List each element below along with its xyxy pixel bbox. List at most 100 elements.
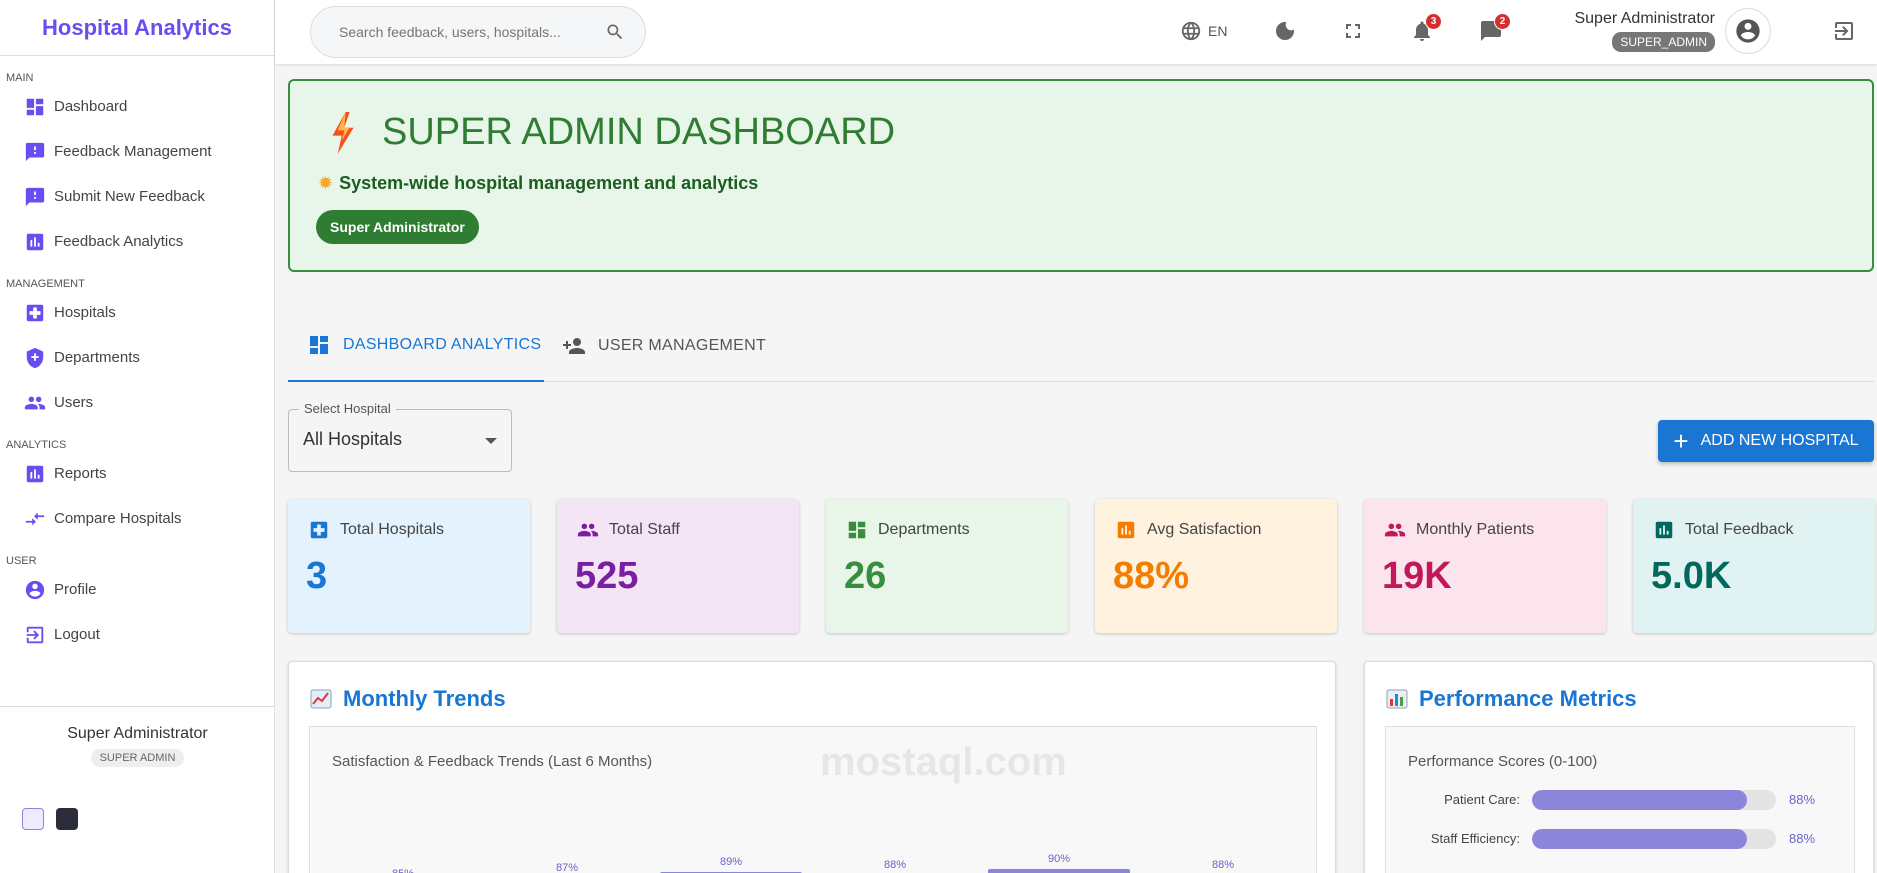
stat-card-total-feedback: Total Feedback 5.0K [1633,499,1875,633]
avatar[interactable] [1725,8,1771,54]
sidebar-item-label: Logout [54,626,100,643]
people-icon [577,523,599,537]
stat-card-value: 5.0K [1651,555,1732,597]
performance-row-value: 88% [1789,831,1816,846]
trend-bar-label: 87% [555,862,579,873]
add-hospital-button[interactable]: + ADD NEW HOSPITAL [1658,420,1874,462]
trend-chart-icon [310,689,332,709]
search-input[interactable] [339,24,605,40]
sidebar-item-label: Hospitals [54,304,116,321]
performance-metrics-title: Performance Metrics [1385,686,1637,712]
dashboard-subtitle: ✹ System-wide hospital management and an… [318,173,758,194]
monthly-trends-title: Monthly Trends [309,686,506,712]
performance-row-label: Staff Efficiency: [1430,831,1520,846]
monthly-trends-panel: Monthly Trends Satisfaction & Feedback T… [288,661,1336,873]
dark-mode-toggle[interactable] [1272,18,1298,44]
hospital-select[interactable]: Select Hospital All Hospitals [288,401,512,472]
sidebar-item-label: Reports [54,465,107,482]
sidebar-item-label: Departments [54,349,140,366]
dashboard-icon [24,96,46,118]
search-icon[interactable] [605,22,625,42]
stat-card-monthly-patients: Monthly Patients 19K [1364,499,1606,633]
stat-card-label: Monthly Patients [1416,521,1535,538]
messages-button[interactable]: 2 [1478,13,1511,44]
sidebar-item-feedback-management[interactable]: Feedback Management [0,129,274,174]
sidebar-item-departments[interactable]: Departments [0,335,274,380]
sidebar-item-dashboard[interactable]: Dashboard [0,84,274,129]
hospital-select-label: Select Hospital [299,401,396,416]
welcome-banner: SUPER ADMIN DASHBOARD ✹ System-wide hosp… [288,79,1874,272]
hospital-select-value: All Hospitals [303,429,403,449]
sidebar-section-title: MANAGEMENT [6,278,85,290]
theme-light-swatch[interactable] [22,808,44,830]
dashboard-icon [310,336,328,354]
stat-card-value: 26 [844,555,887,597]
sidebar-item-submit-new-feedback[interactable]: Submit New Feedback [0,174,274,219]
stat-card-label: Departments [878,521,970,538]
topbar-user: Super Administrator SUPER_ADMIN [1565,10,1715,52]
tab-label: DASHBOARD ANALYTICS [343,336,542,353]
stat-card-total-hospitals: Total Hospitals 3 [288,499,530,633]
performance-track [1532,829,1776,849]
dashboard-title-text: SUPER ADMIN DASHBOARD [382,111,896,153]
performance-fill [1532,829,1747,849]
dashboard-title: SUPER ADMIN DASHBOARD [328,111,895,154]
person-add-icon [563,338,585,354]
account-circle-icon [1736,19,1760,43]
trend-bar-label: 90% [1047,853,1071,865]
stat-card-value: 3 [306,555,328,597]
language-switch[interactable]: EN [1180,20,1227,42]
stat-card-label: Total Staff [609,521,680,538]
stat-card-header: Departments [846,519,970,541]
performance-row: Patient Care: 88% [1386,789,1826,811]
tab-dashboard-analytics[interactable]: DASHBOARD ANALYTICS [288,310,544,382]
performance-chart: Performance Scores (0-100) Patient Care:… [1385,726,1855,873]
shield-icon [24,347,46,369]
stat-card-header: Total Feedback [1653,519,1794,541]
stat-card-value: 19K [1382,555,1452,597]
topbar: EN 3 2 Super Administrator SUPER_ADMIN [275,0,1877,64]
notifications-badge: 3 [1425,13,1442,30]
sidebar-item-compare-hospitals[interactable]: Compare Hospitals [0,496,274,541]
sidebar-item-logout[interactable]: Logout [0,612,274,657]
performance-row: Staff Efficiency: 88% [1386,828,1826,850]
lightning-icon [332,111,354,154]
sidebar-item-hospitals[interactable]: Hospitals [0,290,274,335]
logout-icon [1835,22,1853,40]
sidebar-item-reports[interactable]: Reports [0,451,274,496]
sidebar: Hospital Analytics MAIN Dashboard Feedback… [0,0,275,873]
sidebar-user-name: Super Administrator [67,725,208,742]
account-icon [24,579,46,601]
sidebar-item-users[interactable]: Users [0,380,274,425]
fullscreen-icon [1346,24,1360,38]
stat-card-avg-satisfaction: Avg Satisfaction 88% [1095,499,1337,633]
plus-icon: + [1673,426,1689,456]
theme-dark-swatch[interactable] [56,808,78,830]
stat-card-value: 525 [575,555,639,597]
tab-user-management[interactable]: USER MANAGEMENT [562,310,766,382]
search-box[interactable] [310,6,646,58]
sidebar-item-profile[interactable]: Profile [0,567,274,612]
stat-card-total-staff: Total Staff 525 [557,499,799,633]
stat-card-label: Total Hospitals [340,521,445,538]
stat-card-label: Avg Satisfaction [1147,521,1262,538]
sidebar-item-label: Feedback Management [54,143,212,160]
trend-bar-label: 88% [883,859,907,871]
sidebar-item-label: Profile [54,581,97,598]
globe-icon [1181,21,1201,41]
performance-metrics-panel: Performance Metrics Performance Scores (… [1364,661,1874,873]
logout-button[interactable] [1831,18,1857,44]
watermark: mostaql.com [820,740,1067,784]
monthly-trends-title-text: Monthly Trends [343,686,506,711]
sidebar-item-label: Users [54,394,94,411]
notifications-button[interactable]: 3 [1409,13,1442,44]
trends-chart: Satisfaction & Feedback Trends (Last 6 M… [309,726,1317,873]
sidebar-item-feedback-analytics[interactable]: Feedback Analytics [0,219,274,264]
people-icon [24,392,46,414]
dashboard-tabs: DASHBOARD ANALYTICS USER MANAGEMENT [288,310,1874,382]
stat-card-departments: Departments 26 [826,499,1068,633]
fullscreen-toggle[interactable] [1340,18,1366,44]
sidebar-section-title: MAIN [6,72,34,84]
bar-chart-icon [1386,689,1408,709]
sidebar-section-title: ANALYTICS [6,439,67,451]
